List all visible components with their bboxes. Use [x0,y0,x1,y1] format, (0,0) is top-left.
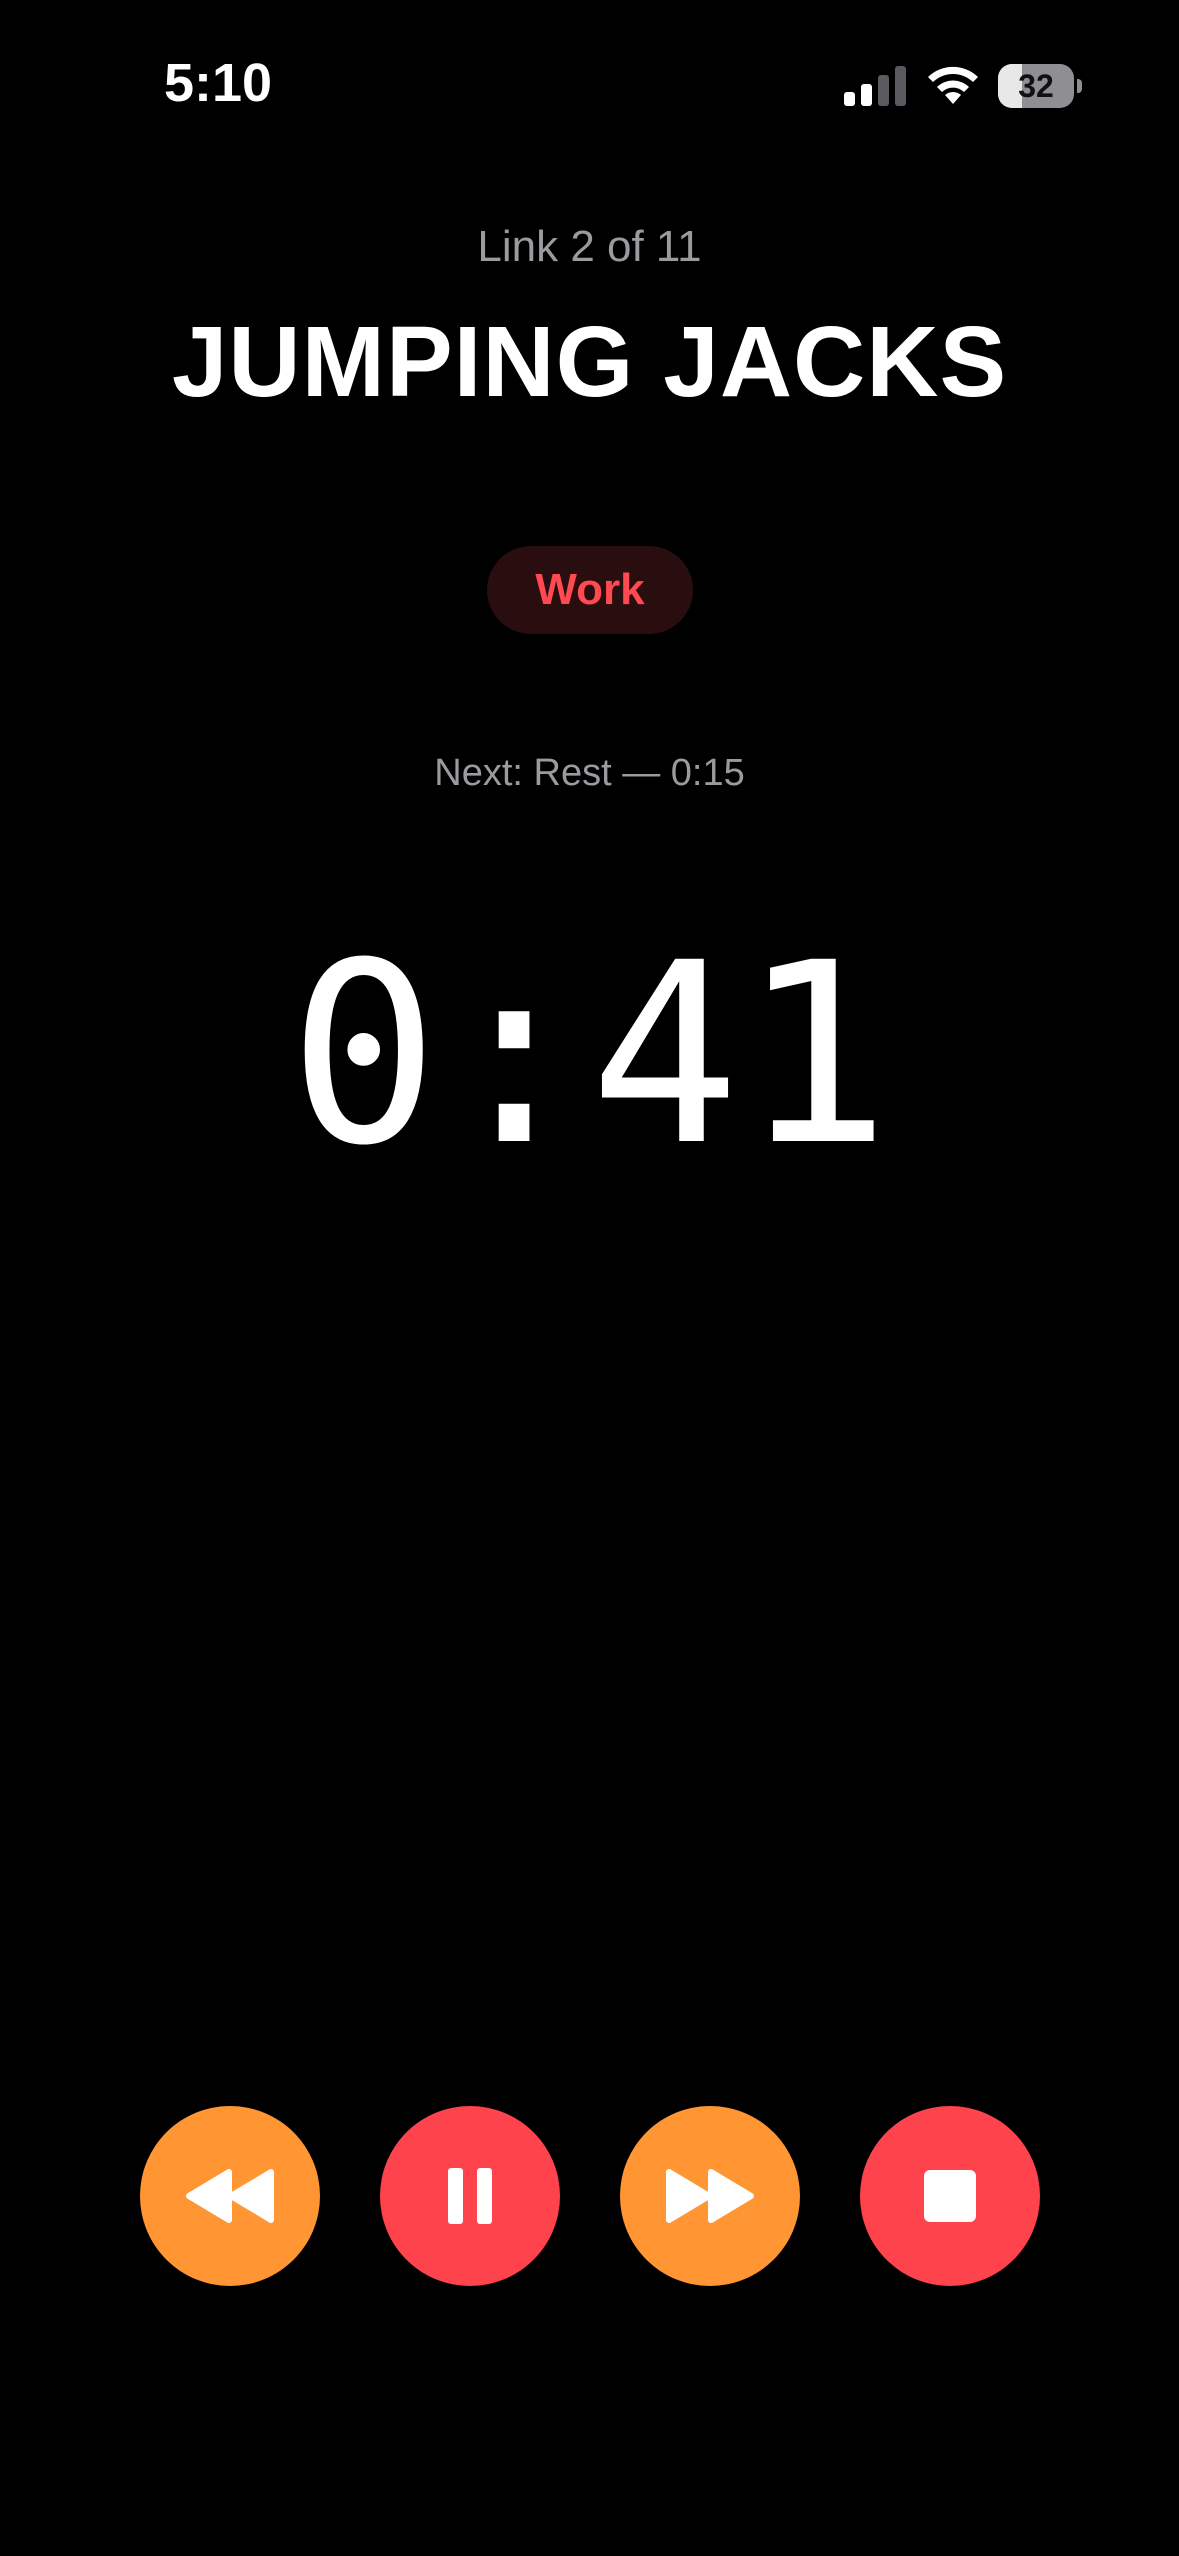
phase-badge: Work [487,546,693,634]
battery-level: 32 [1018,68,1054,104]
cellular-signal-icon [844,66,906,106]
countdown-timer: 0:41 [288,909,891,1200]
battery-indicator: 32 [998,64,1082,108]
exercise-title: JUMPING JACKS [171,306,1008,418]
battery-body: 32 [998,64,1074,108]
next-interval-label: Next: Rest — 0:15 [434,752,745,794]
stop-icon [924,2170,976,2222]
link-counter: Link 2 of 11 [477,222,702,271]
rewind-button[interactable] [140,2106,320,2286]
status-bar: 5:10 32 [0,0,1179,170]
fast-forward-icon [666,2169,754,2223]
pause-icon [448,2168,492,2224]
playback-controls [0,2106,1179,2286]
wifi-icon [928,66,978,104]
pause-button[interactable] [380,2106,560,2286]
fast-forward-button[interactable] [620,2106,800,2286]
battery-nub [1077,79,1082,93]
rewind-icon [186,2169,274,2223]
stop-button[interactable] [860,2106,1040,2286]
status-time: 5:10 [164,53,273,113]
